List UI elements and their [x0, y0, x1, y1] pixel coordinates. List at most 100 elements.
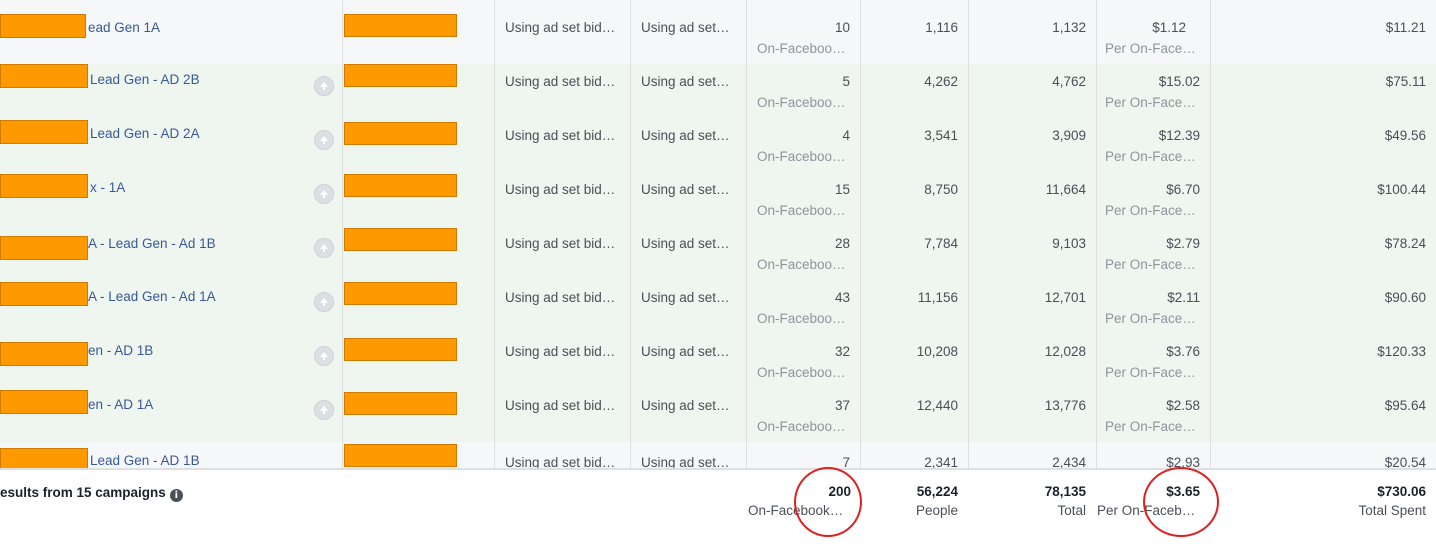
- info-icon[interactable]: i: [169, 489, 183, 502]
- up-arrow-icon[interactable]: [314, 130, 334, 150]
- cost-per-result-value: $3.76: [1166, 344, 1200, 359]
- bid-strategy: Using ad set bid…: [505, 128, 616, 143]
- bid-strategy: Using ad set bid…: [505, 74, 616, 89]
- impressions-value: 12,028: [1044, 344, 1086, 359]
- total-reach-unit: People: [915, 503, 958, 518]
- impressions-value: 1,132: [1052, 20, 1086, 35]
- table-row[interactable]: A - Lead Gen - Ad 1A Using ad set bid… U…: [0, 280, 1436, 335]
- highlight-circle: [1143, 467, 1219, 537]
- highlight-circle: [794, 467, 862, 537]
- up-arrow-icon[interactable]: [314, 292, 334, 312]
- results-unit: On-Faceboo…: [757, 257, 846, 272]
- table-row[interactable]: A - Lead Gen - Ad 1B Using ad set bid… U…: [0, 226, 1436, 281]
- ad-name-link[interactable]: Lead Gen - AD 1B: [90, 453, 200, 468]
- bid-strategy: Using ad set bid…: [505, 398, 616, 413]
- up-arrow-icon[interactable]: [314, 184, 334, 204]
- table-row[interactable]: Lead Gen - AD 2B Using ad set bid… Using…: [0, 64, 1436, 119]
- ad-name-link[interactable]: en - AD 1A: [88, 397, 153, 412]
- budget: Using ad set…: [641, 128, 730, 143]
- amount-spent-value: $90.60: [1384, 290, 1426, 305]
- column-divider: [342, 0, 343, 547]
- bid-strategy: Using ad set bid…: [505, 290, 616, 305]
- redaction-block: [0, 390, 88, 414]
- cost-unit: Per On-Face…: [1105, 419, 1196, 434]
- amount-spent-value: $78.24: [1384, 236, 1426, 251]
- redaction-block: [344, 228, 457, 251]
- ad-name-cell: Lead Gen - AD 2A: [0, 118, 342, 172]
- summary-label-text: esults from 15 campaigns: [0, 485, 166, 500]
- budget: Using ad set…: [641, 20, 730, 35]
- ad-name-cell: x - 1A: [0, 172, 342, 226]
- impressions-value: 13,776: [1044, 398, 1086, 413]
- budget: Using ad set…: [641, 182, 730, 197]
- ad-name-cell: A - Lead Gen - Ad 1B: [0, 226, 342, 280]
- amount-spent-value: $120.33: [1377, 344, 1426, 359]
- column-divider: [494, 0, 495, 468]
- table-row[interactable]: ead Gen 1A Using ad set bid… Using ad se…: [0, 10, 1436, 65]
- table-row[interactable]: en - AD 1A Using ad set bid… Using ad se…: [0, 388, 1436, 443]
- amount-spent-value: $11.21: [1385, 20, 1426, 35]
- ad-name-cell: Lead Gen - AD 2B: [0, 64, 342, 118]
- results-value: 28: [834, 236, 850, 251]
- budget: Using ad set…: [641, 290, 730, 305]
- results-value: 43: [834, 290, 850, 305]
- ad-name-cell: en - AD 1B: [0, 334, 342, 388]
- ad-name-link[interactable]: en - AD 1B: [88, 343, 153, 358]
- results-unit: On-Faceboo…: [757, 419, 846, 434]
- up-arrow-icon[interactable]: [314, 400, 334, 420]
- reach-value: 3,541: [924, 128, 958, 143]
- up-arrow-icon[interactable]: [314, 76, 334, 96]
- results-unit: On-Faceboo…: [757, 311, 846, 326]
- column-divider: [860, 0, 861, 547]
- total-amount-spent: $730.06: [1377, 484, 1426, 499]
- ad-name-link[interactable]: A - Lead Gen - Ad 1A: [88, 289, 216, 304]
- ad-name-link[interactable]: A - Lead Gen - Ad 1B: [88, 236, 216, 251]
- amount-spent-value: $100.44: [1377, 182, 1426, 197]
- total-impressions: 78,135: [1044, 484, 1086, 499]
- amount-spent-value: $49.56: [1384, 128, 1426, 143]
- reach-value: 1,116: [925, 20, 958, 35]
- up-arrow-icon[interactable]: [314, 346, 334, 366]
- ads-table: ead Gen 1A Using ad set bid… Using ad se…: [0, 0, 1436, 547]
- impressions-value: 11,664: [1045, 182, 1086, 197]
- budget: Using ad set…: [641, 344, 730, 359]
- results-unit: On-Faceboo…: [757, 203, 846, 218]
- table-row[interactable]: x - 1A Using ad set bid… Using ad set… 1…: [0, 172, 1436, 227]
- cost-unit: Per On-Face…: [1105, 95, 1196, 110]
- results-unit: On-Faceboo…: [757, 365, 846, 380]
- results-value: 32: [834, 344, 850, 359]
- budget: Using ad set…: [641, 398, 730, 413]
- ad-name-link[interactable]: Lead Gen - AD 2B: [90, 72, 200, 87]
- redaction-block: [0, 14, 86, 38]
- table-row[interactable]: Lead Gen - AD 2A Using ad set bid… Using…: [0, 118, 1436, 173]
- column-divider: [746, 0, 747, 547]
- cost-unit: Per On-Face…: [1105, 41, 1196, 56]
- reach-value: 7,784: [924, 236, 958, 251]
- impressions-value: 4,762: [1052, 74, 1086, 89]
- table-row[interactable]: en - AD 1B Using ad set bid… Using ad se…: [0, 334, 1436, 389]
- amount-spent-value: $95.64: [1384, 398, 1426, 413]
- results-unit: On-Faceboo…: [757, 95, 846, 110]
- ad-name-link[interactable]: x - 1A: [90, 180, 125, 195]
- redaction-block: [0, 282, 88, 306]
- total-amount-spent-unit: Total Spent: [1358, 503, 1426, 518]
- column-divider: [1210, 0, 1211, 547]
- ad-name-cell: A - Lead Gen - Ad 1A: [0, 280, 342, 334]
- redaction-block: [344, 392, 457, 415]
- up-arrow-icon[interactable]: [314, 238, 334, 258]
- bid-strategy: Using ad set bid…: [505, 20, 616, 35]
- impressions-value: 3,909: [1052, 128, 1086, 143]
- column-divider: [630, 0, 631, 468]
- cost-per-result-value: $2.58: [1166, 398, 1200, 413]
- ad-name-link[interactable]: Lead Gen - AD 2A: [90, 126, 200, 141]
- redaction-block: [0, 342, 88, 366]
- cost-unit: Per On-Face…: [1105, 149, 1196, 164]
- results-value: 10: [834, 20, 850, 35]
- redaction-block: [0, 64, 88, 88]
- column-divider: [1096, 0, 1097, 547]
- ad-name-link[interactable]: ead Gen 1A: [88, 20, 160, 35]
- cost-per-result-value: $12.39: [1158, 128, 1200, 143]
- redaction-block: [344, 174, 457, 197]
- cost-unit: Per On-Face…: [1105, 257, 1196, 272]
- cost-unit: Per On-Face…: [1105, 365, 1196, 380]
